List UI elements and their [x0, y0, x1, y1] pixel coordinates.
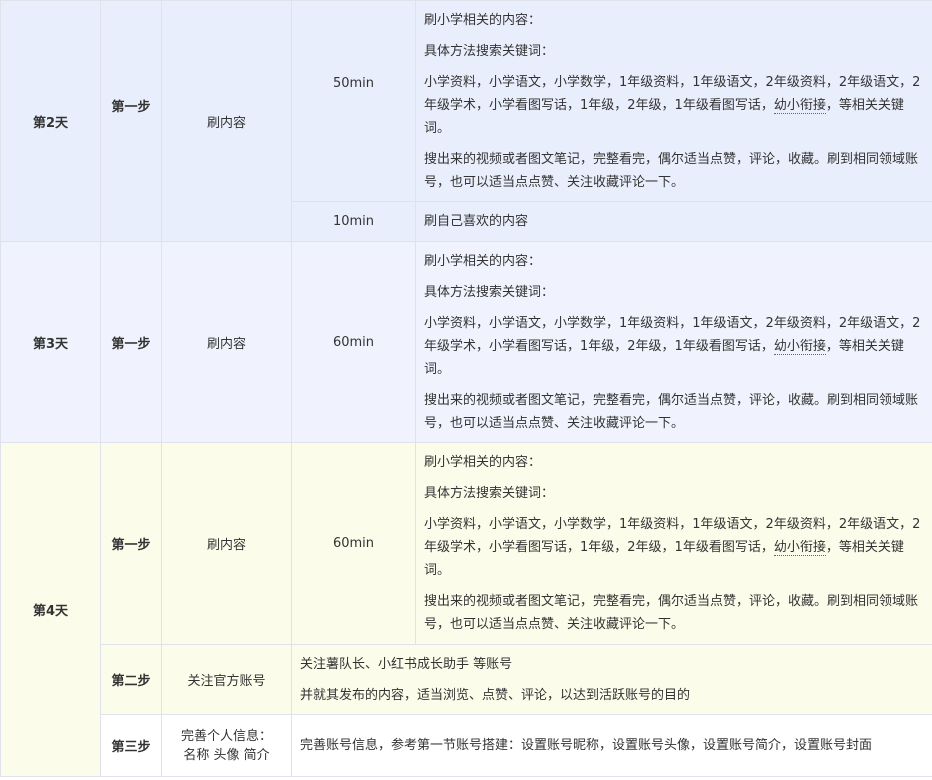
detail-text: 刷小学相关的内容： [424, 455, 542, 470]
step-cell: 第一步 [100, 241, 162, 443]
action-cell: 关注官方账号 [161, 644, 292, 715]
table-row: 第4天 第一步 刷内容 60min 刷小学相关的内容： 具体方法搜索关键词： 小… [0, 442, 932, 777]
detail-cell: 关注薯队长、小红书成长助手 等账号 并就其发布的内容，适当浏览、点赞、评论，以达… [291, 644, 932, 715]
detail-text: 刷小学相关的内容： [424, 12, 542, 28]
duration-cell: 50min [291, 0, 416, 202]
keyword-link: 幼小衔接 [773, 97, 826, 114]
keyword-link: 幼小衔接 [773, 540, 826, 556]
keywords-text: 小学资料，小学语文，小学数学，1年级资料，1年级语文，2年级资料，2年级语文，2… [424, 517, 921, 578]
action-cell: 完善个人信息： 名称 头像 简介 [161, 714, 292, 777]
action-cell: 刷内容 [161, 241, 292, 443]
detail-text: 刷小学相关的内容： [424, 253, 542, 269]
step-cell: 第一步 [100, 0, 162, 242]
detail-cell: 刷小学相关的内容： 具体方法搜索关键词： 小学资料，小学语文，小学数学，1年级资… [415, 442, 932, 645]
detail-text: 具体方法搜索关键词： [424, 43, 555, 59]
action-cell: 刷内容 [161, 442, 292, 645]
duration-cell: 10min [291, 201, 416, 242]
table-row: 第2天 第一步 刷内容 50min 刷小学相关的内容： 具体方法搜索关键词： 小… [0, 0, 932, 242]
detail-cell: 刷小学相关的内容： 具体方法搜索关键词： 小学资料，小学语文，小学数学，1年级资… [415, 0, 932, 202]
table-row: 第二步 关注官方账号 关注薯队长、小红书成长助手 等账号 并就其发布的内容，适当… [1, 644, 932, 715]
step-cell: 第一步 [100, 442, 162, 645]
duration-cell: 60min [291, 442, 416, 645]
keywords-text: 小学资料，小学语文，小学数学，1年级资料，1年级语文，2年级资料，2年级语文，2… [424, 315, 921, 377]
detail-text: 并就其发布的内容，适当浏览、点赞、评论，以达到活跃账号的目的 [300, 687, 691, 703]
day-cell: 第3天 [0, 241, 101, 443]
detail-text: 具体方法搜索关键词： [424, 486, 555, 501]
keyword-link: 幼小衔接 [773, 338, 826, 355]
day-cell: 第2天 [0, 0, 101, 242]
detail-text: 搜出来的视频或者图文笔记，完整看完，偶尔适当点赞，评论，收藏。刷到相同领域账号，… [424, 392, 919, 431]
keywords-text: 小学资料，小学语文，小学数学，1年级资料，1年级语文，2年级资料，2年级语文，2… [424, 74, 921, 136]
action-text: 名称 头像 简介 [183, 747, 270, 763]
detail-cell: 刷自己喜欢的内容 [415, 201, 932, 242]
detail-text: 搜出来的视频或者图文笔记，完整看完，偶尔适当点赞，评论，收藏。刷到相同领域账号，… [424, 594, 919, 632]
day-cell: 第4天 [0, 442, 101, 777]
detail-text: 关注薯队长、小红书成长助手 等账号 [300, 656, 513, 672]
step-cell: 第二步 [100, 644, 162, 715]
detail-text: 完善账号信息，参考第一节账号搭建：设置账号昵称，设置账号头像，设置账号简介，设置… [300, 738, 873, 753]
duration-cell: 60min [291, 241, 416, 443]
detail-text: 刷自己喜欢的内容 [424, 214, 529, 229]
detail-cell: 刷小学相关的内容： 具体方法搜索关键词： 小学资料，小学语文，小学数学，1年级资… [415, 241, 932, 443]
step-cell: 第三步 [100, 714, 162, 777]
detail-text: 具体方法搜索关键词： [424, 284, 555, 300]
table-row: 第3天 第一步 刷内容 60min 刷小学相关的内容： 具体方法搜索关键词： 小… [0, 241, 932, 443]
detail-cell: 完善账号信息，参考第一节账号搭建：设置账号昵称，设置账号头像，设置账号简介，设置… [291, 714, 932, 777]
detail-text: 搜出来的视频或者图文笔记，完整看完，偶尔适当点赞，评论，收藏。刷到相同领域账号，… [424, 151, 919, 190]
plan-table: 第2天 第一步 刷内容 50min 刷小学相关的内容： 具体方法搜索关键词： 小… [0, 0, 932, 777]
action-text: 完善个人信息： [180, 728, 272, 744]
table-row: 第三步 完善个人信息： 名称 头像 简介 完善账号信息，参考第一节账号搭建：设置… [1, 714, 932, 777]
action-cell: 刷内容 [161, 0, 292, 242]
